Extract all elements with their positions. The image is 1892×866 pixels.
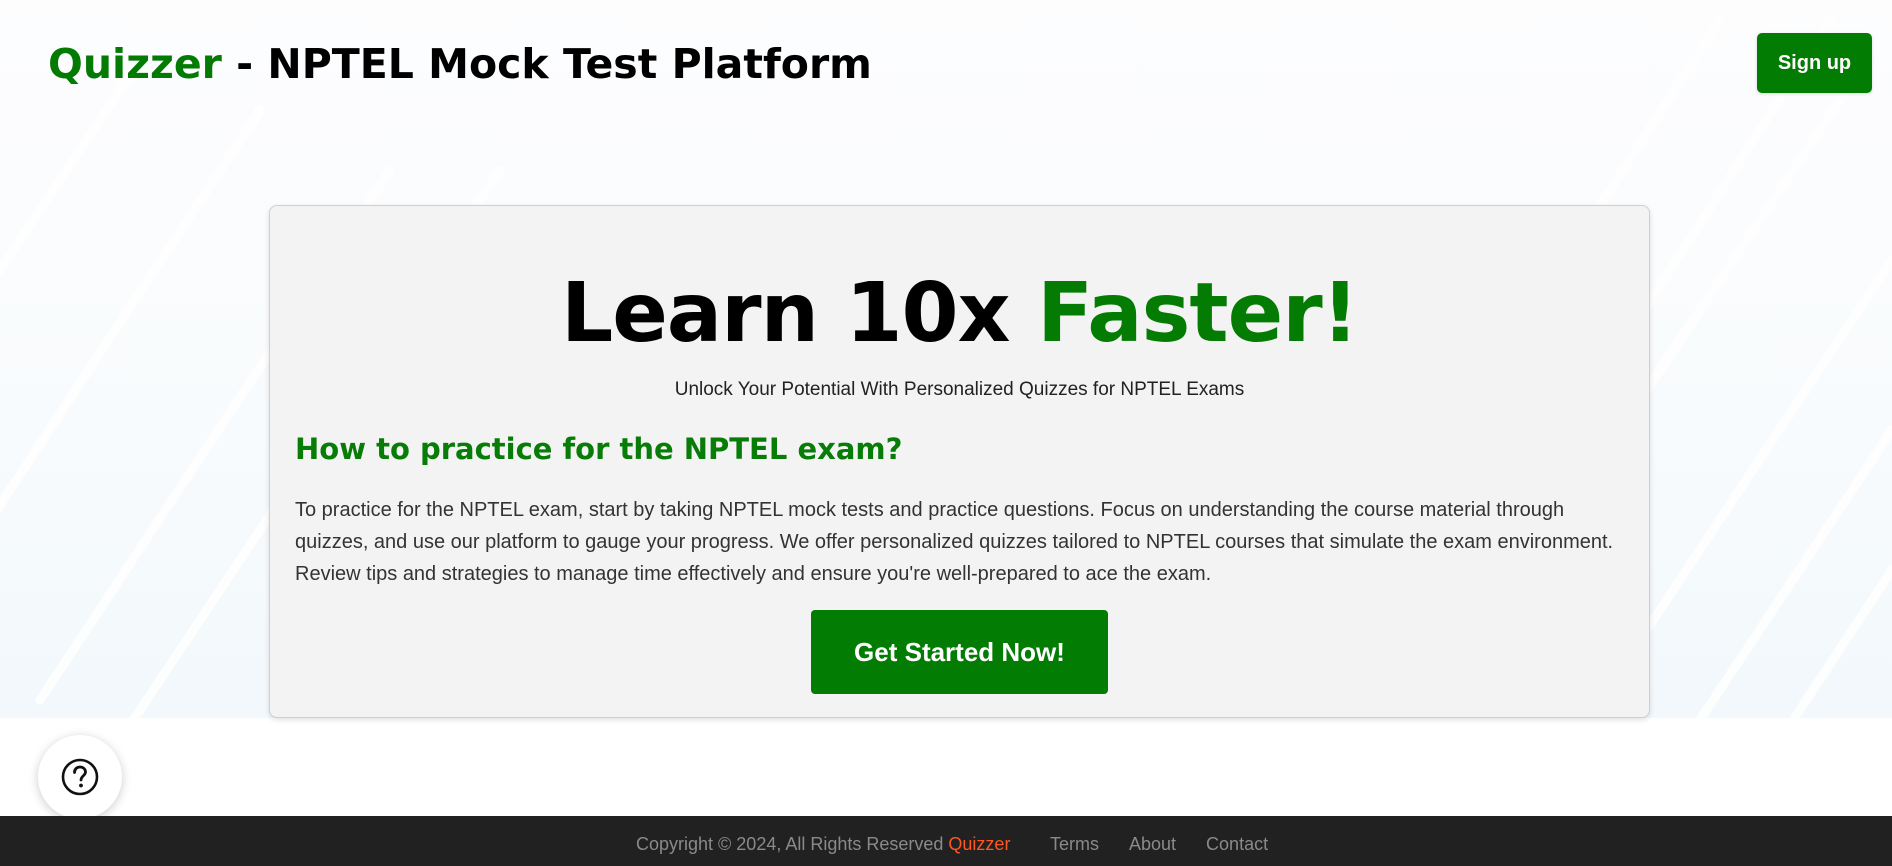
page: Quizzer - NPTEL Mock Test Platform Sign … [0,0,1892,866]
get-started-button[interactable]: Get Started Now! [811,610,1108,694]
hero-subtitle: Unlock Your Potential With Personalized … [674,379,1245,400]
hero-heading: Learn 10x Faster! [270,266,1649,361]
copyright-text: Copyright © 2024, All Rights Reserved [636,834,949,854]
footer-brand-link[interactable]: Quizzer [948,834,1010,854]
footer-copyright: Copyright © 2024, All Rights Reserved Qu… [636,834,1010,855]
section-heading: How to practice for the NPTEL exam? [295,432,903,466]
help-button[interactable] [38,735,122,819]
section-paragraph: To practice for the NPTEL exam, start by… [295,499,1614,585]
footer-link-terms[interactable]: Terms [1050,834,1099,855]
footer: Copyright © 2024, All Rights Reserved Qu… [0,816,1892,866]
page-title: Quizzer - NPTEL Mock Test Platform [48,40,872,88]
footer-link-about[interactable]: About [1129,834,1176,855]
hero-card: Learn 10x Faster! Unlock Your Potential … [269,205,1650,718]
hero-heading-accent: Faster! [1037,266,1359,361]
signup-button[interactable]: Sign up [1757,33,1872,93]
hero-heading-text: Learn 10x [560,266,1038,361]
footer-link-contact[interactable]: Contact [1206,834,1268,855]
brand-name: Quizzer [48,40,222,88]
question-circle-icon [61,758,99,796]
title-text: - NPTEL Mock Test Platform [221,40,872,88]
footer-links: Terms About Contact [1050,834,1298,855]
